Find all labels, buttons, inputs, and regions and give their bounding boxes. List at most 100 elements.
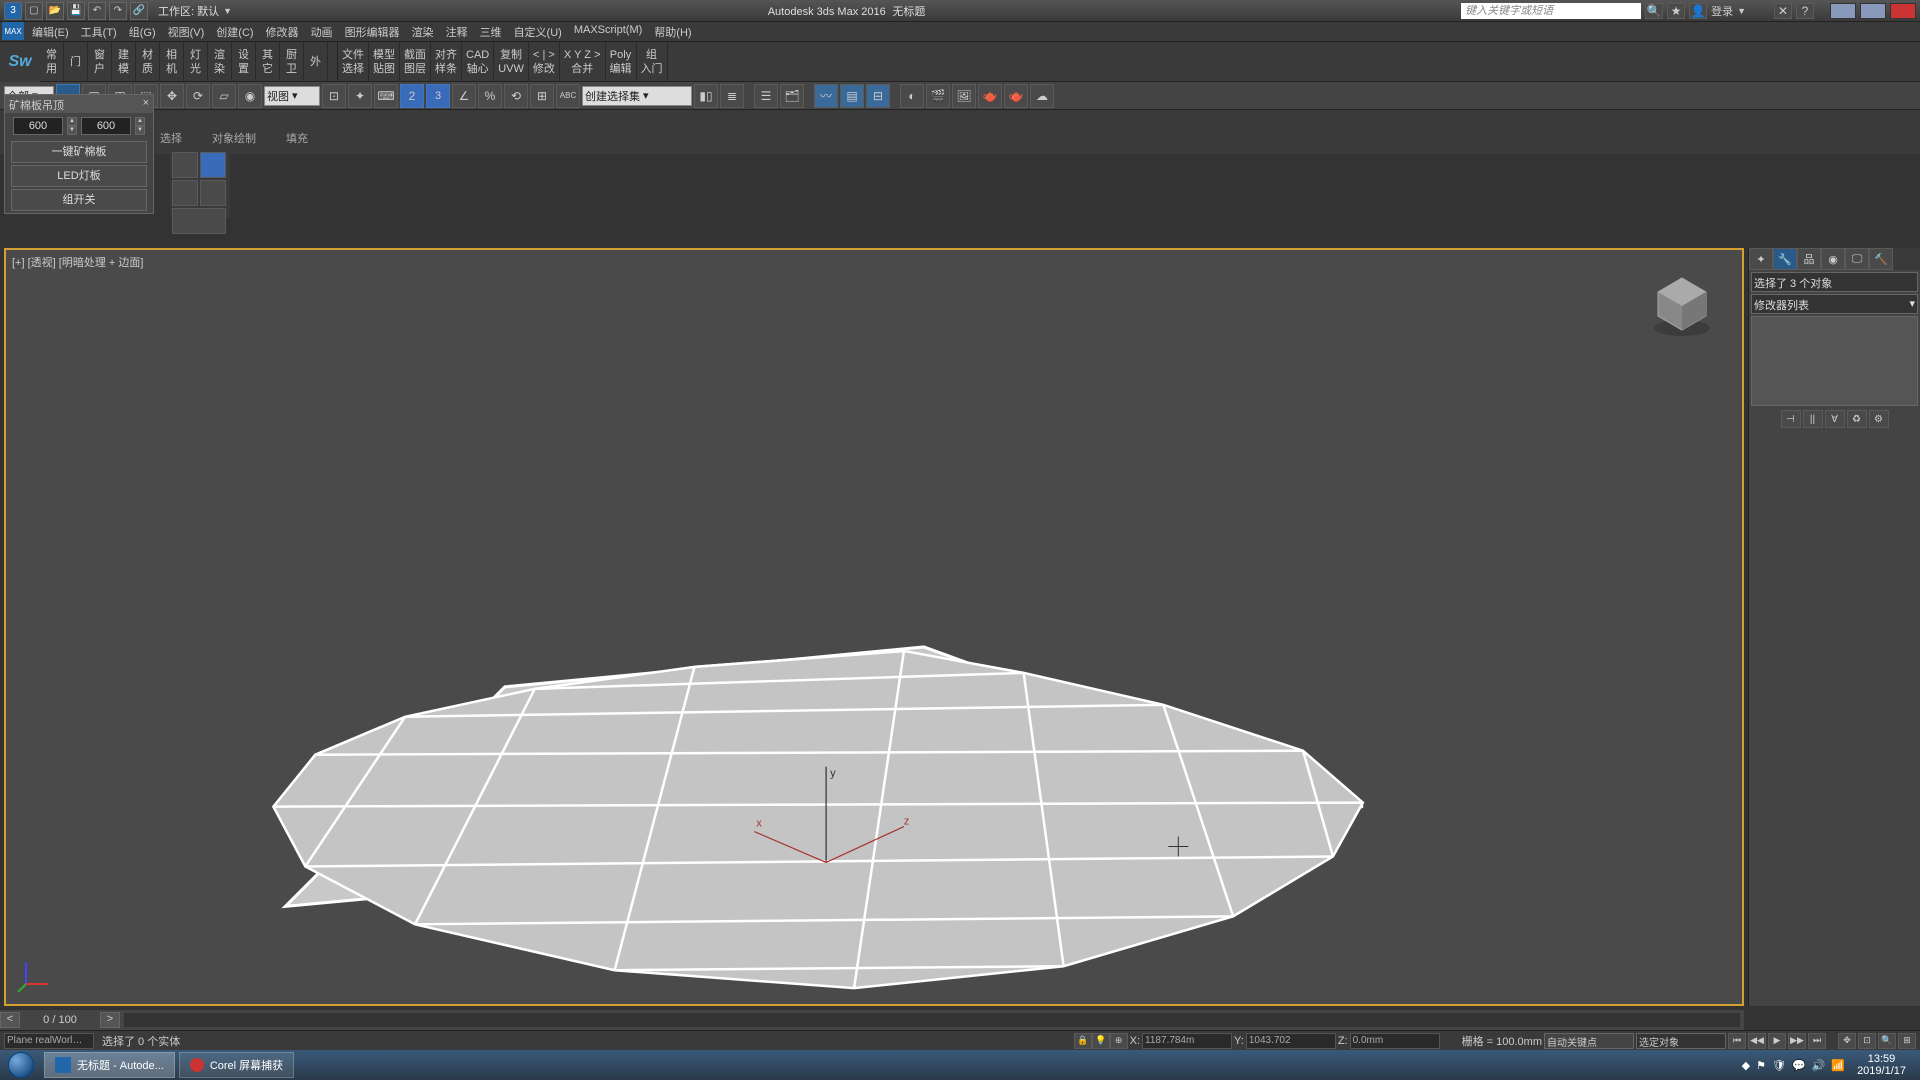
- lock-icon[interactable]: 🔒: [1074, 1033, 1092, 1049]
- mirror-button[interactable]: ▮▯: [694, 84, 718, 108]
- render-iterative-button[interactable]: 🫖: [1004, 84, 1028, 108]
- tray-icon[interactable]: ◆: [1742, 1059, 1750, 1072]
- align-button[interactable]: ≣: [720, 84, 744, 108]
- mini-btn-2[interactable]: [200, 152, 226, 178]
- ribbon-subtab[interactable]: X Y Z >合并: [560, 42, 606, 81]
- height-input[interactable]: [81, 117, 131, 135]
- ribbon-subtab[interactable]: 模型贴图: [369, 42, 400, 81]
- menu-item[interactable]: 注释: [440, 22, 474, 42]
- render-setup-button[interactable]: 🎬: [926, 84, 950, 108]
- time-track[interactable]: [124, 1013, 1740, 1027]
- mini-btn-3[interactable]: [172, 180, 198, 206]
- group-switch-button[interactable]: 组开关: [11, 189, 147, 211]
- abc-button[interactable]: ABC: [556, 84, 580, 108]
- autokey-button[interactable]: 自动关键点: [1544, 1033, 1634, 1049]
- max-logo-icon[interactable]: MAX: [2, 22, 24, 40]
- viewport-nav-2[interactable]: ⊡: [1858, 1033, 1876, 1049]
- select-move-button[interactable]: ✥: [160, 84, 184, 108]
- ribbon-tab[interactable]: 外: [304, 42, 328, 81]
- render-production-button[interactable]: 🫖: [978, 84, 1002, 108]
- configure-button[interactable]: ⚙: [1869, 410, 1889, 428]
- angle-snap-button[interactable]: ∠: [452, 84, 476, 108]
- ref-coord-dropdown[interactable]: 视图 ▾: [264, 86, 320, 106]
- menu-item[interactable]: 自定义(U): [508, 22, 568, 42]
- render-online-button[interactable]: ☁: [1030, 84, 1054, 108]
- ribbon-tab[interactable]: 相机: [160, 42, 184, 81]
- start-button[interactable]: [0, 1050, 42, 1080]
- utilities-tab[interactable]: 🔨: [1869, 248, 1893, 270]
- placement-button[interactable]: ◉: [238, 84, 262, 108]
- ribbon-subtab[interactable]: 对齐样条: [431, 42, 462, 81]
- spinner-icon[interactable]: ▲▼: [67, 117, 77, 135]
- menu-item[interactable]: 视图(V): [162, 22, 211, 42]
- schematic-view-button[interactable]: ⊟: [866, 84, 890, 108]
- menu-item[interactable]: 帮助(H): [648, 22, 697, 42]
- pivot-button[interactable]: ⊡: [322, 84, 346, 108]
- led-panel-button[interactable]: LED灯板: [11, 165, 147, 187]
- layer-explorer-button[interactable]: 🗂: [780, 84, 804, 108]
- mini-btn-5[interactable]: [172, 208, 226, 234]
- link-icon[interactable]: 🔗: [130, 2, 148, 20]
- ribbon-subtab[interactable]: Poly编辑: [606, 42, 637, 81]
- search-go-icon[interactable]: 🔍: [1645, 3, 1663, 19]
- manipulate-button[interactable]: ✦: [348, 84, 372, 108]
- coord-y[interactable]: 1043.702: [1246, 1033, 1336, 1049]
- isolate-icon[interactable]: 💡: [1092, 1033, 1110, 1049]
- ribbon-subtab[interactable]: 截面图层: [400, 42, 431, 81]
- make-unique-button[interactable]: ∀: [1825, 410, 1845, 428]
- keyboard-shortcut-button[interactable]: ⌨: [374, 84, 398, 108]
- tray-icon[interactable]: 💬: [1792, 1059, 1806, 1072]
- viewport-nav-3[interactable]: 🔍: [1878, 1033, 1896, 1049]
- goto-end-button[interactable]: ⏭: [1808, 1033, 1826, 1049]
- ribbon-tab[interactable]: 其它: [256, 42, 280, 81]
- show-end-button[interactable]: ||: [1803, 410, 1823, 428]
- help-icon[interactable]: ?: [1796, 3, 1814, 19]
- chevron-down-icon[interactable]: ▼: [223, 6, 232, 16]
- modify-tab[interactable]: 🔧: [1773, 248, 1797, 270]
- open-icon[interactable]: 📂: [46, 2, 64, 20]
- modifier-list-dropdown[interactable]: 修改器列表▾: [1751, 294, 1918, 314]
- motion-tab[interactable]: ◉: [1821, 248, 1845, 270]
- user-icon[interactable]: 👤: [1689, 3, 1707, 19]
- ribbon-tab[interactable]: 渲染: [208, 42, 232, 81]
- layers-button[interactable]: ☰: [754, 84, 778, 108]
- goto-start-button[interactable]: ⏮: [1728, 1033, 1746, 1049]
- ribbon-subtab[interactable]: 复制UVW: [494, 42, 529, 81]
- spinner-snap-button[interactable]: ⟲: [504, 84, 528, 108]
- undo-icon[interactable]: ↶: [88, 2, 106, 20]
- ribbon-tab[interactable]: 窗户: [88, 42, 112, 81]
- remove-mod-button[interactable]: ♻: [1847, 410, 1867, 428]
- ribbon-subtab[interactable]: 组入门: [637, 42, 668, 81]
- ribbon-tab[interactable]: 常用: [40, 42, 64, 81]
- save-icon[interactable]: 💾: [67, 2, 85, 20]
- menu-item[interactable]: 组(G): [123, 22, 162, 42]
- next-frame-button[interactable]: ▶▶: [1788, 1033, 1806, 1049]
- edged-faces-button[interactable]: ⊞: [530, 84, 554, 108]
- time-prev-button[interactable]: <: [0, 1012, 20, 1028]
- menu-item[interactable]: 工具(T): [75, 22, 123, 42]
- render-frame-button[interactable]: 🖼: [952, 84, 976, 108]
- system-tray[interactable]: ◆ ⚑ 🛡 💬 🔊 📶 13:59 2019/1/17: [1734, 1053, 1920, 1077]
- taskbar-item-corel[interactable]: Corel 屏幕捕获: [179, 1052, 294, 1078]
- coord-z[interactable]: 0.0mm: [1350, 1033, 1440, 1049]
- star-icon[interactable]: ★: [1667, 3, 1685, 19]
- snap-2d-button[interactable]: 2: [400, 84, 424, 108]
- mini-btn-4[interactable]: [200, 180, 226, 206]
- ribbon-tab[interactable]: 灯光: [184, 42, 208, 81]
- width-input[interactable]: [13, 117, 63, 135]
- minimize-button[interactable]: [1830, 3, 1856, 19]
- ribbon-subtab[interactable]: CAD轴心: [462, 42, 494, 81]
- one-click-ceiling-button[interactable]: 一键矿棉板: [11, 141, 147, 163]
- mini-btn-1[interactable]: [172, 152, 198, 178]
- object-name-field[interactable]: 选择了 3 个对象: [1751, 272, 1918, 292]
- network-icon[interactable]: 📶: [1831, 1059, 1845, 1072]
- chevron-down-icon[interactable]: ▼: [1737, 6, 1746, 16]
- select-scale-button[interactable]: ▱: [212, 84, 236, 108]
- menu-item[interactable]: 渲染: [406, 22, 440, 42]
- time-slider[interactable]: < 0 / 100 >: [0, 1010, 1744, 1030]
- close-button[interactable]: [1890, 3, 1916, 19]
- ribbon-subtab[interactable]: < | >修改: [529, 42, 560, 81]
- percent-snap-button[interactable]: %: [478, 84, 502, 108]
- spinner-icon[interactable]: ▲▼: [135, 117, 145, 135]
- snap-3d-button[interactable]: 3: [426, 84, 450, 108]
